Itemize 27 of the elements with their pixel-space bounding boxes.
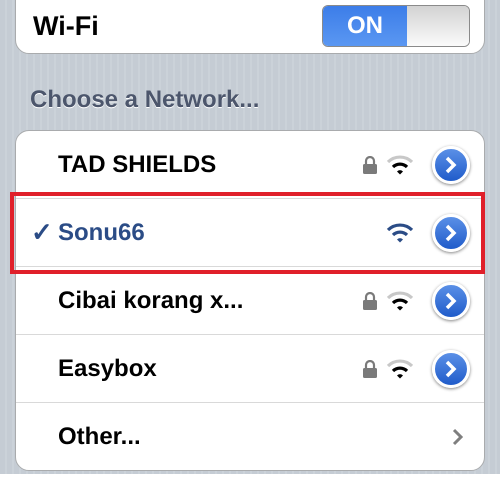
wifi-signal-icon <box>386 222 414 242</box>
network-name: TAD SHIELDS <box>58 150 216 180</box>
toggle-on-label: ON <box>323 6 407 46</box>
lock-icon <box>362 156 378 174</box>
network-name: Sonu66 <box>58 218 145 248</box>
lock-icon <box>362 292 378 310</box>
network-name: Other... <box>58 422 141 452</box>
wifi-signal-icon <box>386 358 414 378</box>
wifi-label: Wi-Fi <box>33 10 99 43</box>
lock-icon <box>362 360 378 378</box>
section-header: Choose a Network... <box>30 85 260 115</box>
network-row[interactable]: Other... <box>16 403 484 470</box>
chevron-right-icon <box>444 156 458 174</box>
chevron-right-icon <box>452 428 464 446</box>
chevron-right-icon <box>444 224 458 242</box>
wifi-signal-icon <box>386 290 414 310</box>
network-name: Easybox <box>58 354 157 384</box>
network-name: Cibai korang x... <box>58 286 244 316</box>
checkmark: ✓ <box>31 216 53 249</box>
network-row[interactable]: TAD SHIELDS <box>16 131 484 199</box>
network-row[interactable]: Cibai korang x... <box>16 267 484 335</box>
network-row[interactable]: ✓ Sonu66 <box>16 199 484 267</box>
chevron-right-icon <box>444 292 458 310</box>
toggle-thumb <box>407 6 469 46</box>
chevron-right-icon <box>444 360 458 378</box>
network-row[interactable]: Easybox <box>16 335 484 403</box>
wifi-signal-icon <box>386 154 414 174</box>
